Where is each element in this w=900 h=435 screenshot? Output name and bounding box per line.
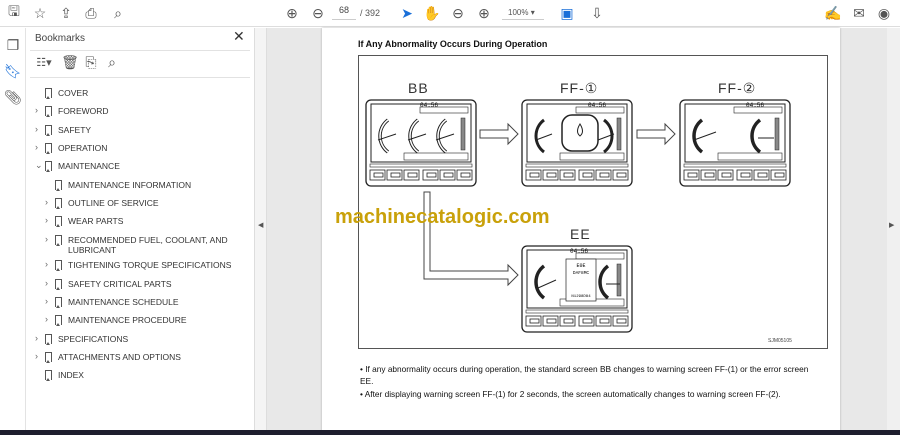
monitor-ff2 (679, 99, 791, 187)
watermark: machinecatalogic.com (335, 206, 550, 228)
bullet-2: • After displaying warning screen FF-(1)… (360, 389, 781, 399)
label-bb: BB (408, 80, 429, 96)
expand-arrow-icon[interactable]: ▶ (889, 221, 894, 229)
monitor-ff1 (521, 99, 633, 187)
bb-clock: 04:56 (420, 102, 438, 109)
ee-code-3: N1298D84 (571, 295, 591, 299)
taskbar-edge (0, 430, 900, 435)
ee-code-2: DAF8MC (573, 270, 590, 276)
vertical-scrollbar[interactable]: ▶ (887, 28, 900, 435)
ee-clock: 04:56 (570, 248, 588, 255)
bullet-1: • If any abnormality occurs during opera… (360, 364, 809, 386)
figure-code: SJM05105 (768, 338, 792, 344)
label-ff2: FF-② (718, 80, 757, 96)
label-ee: EE (570, 226, 591, 242)
label-ff1: FF-① (560, 80, 599, 96)
ee-code-1: E0E (576, 263, 585, 269)
bullet-text: After displaying warning screen FF-(1) f… (364, 389, 781, 399)
bullet-text: If any abnormality occurs during operati… (360, 364, 809, 386)
ff2-clock: 04:56 (746, 102, 764, 109)
ff1-clock: 04:56 (588, 102, 606, 109)
monitor-ee (521, 245, 633, 333)
monitor-bb (365, 99, 477, 187)
